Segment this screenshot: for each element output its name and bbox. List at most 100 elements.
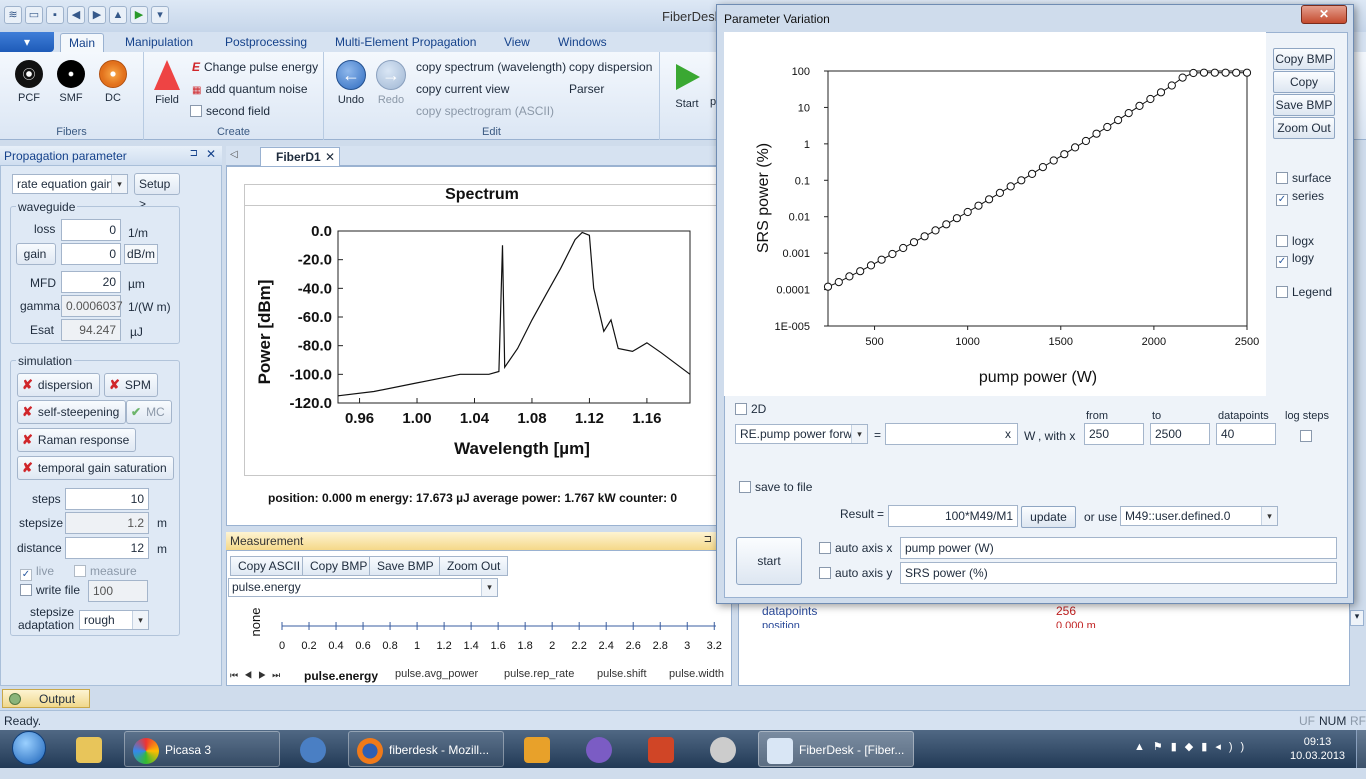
tab-postprocessing[interactable]: Postprocessing (217, 33, 315, 52)
meas-zoom-out-button[interactable]: Zoom Out (439, 556, 509, 576)
spm-toggle[interactable]: ✘ SPM (104, 373, 158, 397)
steps-input[interactable]: 10 (65, 488, 149, 510)
meas-save-bmp-button[interactable]: Save BMP (369, 556, 442, 576)
tab-main[interactable]: Main (60, 33, 105, 52)
pcf-button[interactable]: PCF (10, 60, 48, 104)
auto-axis-y-toggle[interactable]: auto axis y (819, 566, 892, 580)
write-file-checkbox[interactable] (20, 584, 32, 596)
surface-toggle[interactable]: surface (1276, 171, 1331, 185)
measure-toggle[interactable]: measure (74, 564, 137, 578)
taskbar-gauge[interactable] (696, 731, 752, 767)
save-icon[interactable]: ▪ (46, 6, 64, 24)
pin-icon[interactable]: ⊐ (704, 534, 712, 545)
redo-button[interactable]: → Redo (372, 60, 410, 106)
dialog-copy-ascii-button[interactable]: Copy ASCII (1273, 71, 1335, 109)
dialog-zoom-out-button[interactable]: Zoom Out (1273, 117, 1335, 139)
tab-windows[interactable]: Windows (550, 33, 615, 52)
axis-y-label-input[interactable]: SRS power (%) (900, 562, 1337, 584)
tab-fiberd1[interactable]: FiberD1 ✕ (260, 147, 340, 166)
start-menu-button[interactable] (4, 731, 54, 767)
auto-axis-y-checkbox[interactable] (819, 567, 831, 579)
measurement-tab-nav[interactable]: ⏮◀▶⏭ (230, 670, 286, 681)
gain-unit[interactable]: dB/m (124, 244, 159, 264)
gain-mode-select[interactable]: rate equation gain ▾ (12, 174, 128, 194)
parameter-select[interactable]: RE.pump power forwar ▾ (735, 424, 868, 444)
distance-input[interactable]: 12 (65, 537, 149, 559)
datapoints-input[interactable]: 40 (1216, 423, 1276, 445)
measurement-select[interactable]: pulse.energy ▾ (228, 578, 498, 597)
tab-pulse-energy[interactable]: pulse.energy (304, 669, 378, 683)
tab-pulse-width[interactable]: pulse.width (669, 668, 724, 680)
2d-checkbox[interactable] (735, 403, 747, 415)
gain-button[interactable]: gain (16, 243, 56, 265)
start-icon[interactable]: ▶ (130, 6, 148, 24)
clock[interactable]: 09:13 10.03.2013 (1290, 735, 1345, 763)
surface-checkbox[interactable] (1276, 172, 1288, 184)
taskbar-vs[interactable] (572, 731, 628, 767)
loss-input[interactable]: 0 (61, 219, 121, 241)
dialog-save-bmp-button[interactable]: Save BMP (1273, 94, 1335, 116)
taskbar-picasa[interactable]: Picasa 3 (124, 731, 280, 767)
field-icon[interactable]: ▲ (109, 6, 127, 24)
taskbar-media[interactable] (510, 731, 566, 767)
copy-dispersion-button[interactable]: copy dispersion (569, 60, 652, 74)
logx-toggle[interactable]: logx (1276, 234, 1314, 248)
second-field-toggle[interactable]: second field (190, 104, 270, 118)
dialog-start-button[interactable]: start (736, 537, 802, 585)
show-desktop-button[interactable] (1356, 730, 1366, 768)
change-pulse-energy-button[interactable]: E Change pulse energy (192, 60, 318, 74)
dc-button[interactable]: DC (94, 60, 132, 104)
logy-checkbox[interactable]: ✓ (1276, 256, 1288, 268)
logy-toggle[interactable]: ✓ logy (1276, 251, 1314, 268)
start-button[interactable]: Start (668, 60, 706, 110)
pin-icon[interactable]: ⊐ (190, 148, 198, 159)
back-icon[interactable]: ◀ (67, 6, 85, 24)
meas-copy-ascii-button[interactable]: Copy ASCII (230, 556, 309, 576)
result-input[interactable]: 100*M49/M1 (888, 505, 1018, 527)
use-select[interactable]: M49::user.defined.0 ▾ (1120, 506, 1278, 526)
meas-copy-bmp-button[interactable]: Copy BMP (302, 556, 376, 576)
dialog-close-button[interactable]: ✕ (1301, 5, 1347, 24)
logx-checkbox[interactable] (1276, 235, 1288, 247)
self-steepening-toggle[interactable]: ✘ self-steepening (17, 400, 127, 424)
mc-toggle[interactable]: ✔ MC (126, 400, 172, 424)
log-steps-checkbox[interactable] (1300, 430, 1312, 442)
to-input[interactable]: 2500 (1150, 423, 1210, 445)
tab-pulse-shift[interactable]: pulse.shift (597, 668, 647, 680)
dispersion-toggle[interactable]: ✘ dispersion (17, 373, 100, 397)
mfd-input[interactable]: 20 (61, 271, 121, 293)
tab-view[interactable]: View (496, 33, 538, 52)
tab-pulse-rep-rate[interactable]: pulse.rep_rate (504, 668, 574, 680)
taskbar-fiberdesk[interactable]: FiberDesk - [Fiber... (758, 731, 914, 767)
forward-icon[interactable]: ▶ (88, 6, 106, 24)
live-checkbox[interactable]: ✓ (20, 569, 32, 581)
taskbar-thunderbird[interactable] (286, 731, 342, 767)
setup-button[interactable]: Setup > (134, 173, 180, 211)
tab-multi-element[interactable]: Multi-Element Propagation (327, 33, 484, 52)
raman-toggle[interactable]: ✘ Raman response (17, 428, 137, 452)
gain-input[interactable]: 0 (61, 243, 121, 265)
taskbar-explorer[interactable] (62, 731, 118, 767)
add-quantum-noise-button[interactable]: ▦ add quantum noise (192, 82, 308, 96)
temporal-gain-toggle[interactable]: ✘ temporal gain saturation (17, 456, 174, 480)
stepsize-adaptation-select[interactable]: rough ▾ (79, 610, 149, 630)
parser-button[interactable]: Parser (569, 82, 604, 96)
app-logo-icon[interactable]: ≋ (4, 6, 22, 24)
app-menu-button[interactable]: ▾ (0, 32, 54, 52)
undo-button[interactable]: ← Undo (332, 60, 370, 106)
field-button[interactable]: Field (148, 60, 186, 106)
series-toggle[interactable]: ✓ series (1276, 189, 1324, 206)
tab-pulse-avg-power[interactable]: pulse.avg_power (395, 668, 478, 680)
legend-toggle[interactable]: Legend (1276, 285, 1332, 299)
close-tab-icon[interactable]: ✕ (325, 150, 335, 164)
customize-icon[interactable]: ▾ (151, 6, 169, 24)
copy-spectrum-button[interactable]: copy spectrum (wavelength) (416, 60, 566, 74)
tab-manipulation[interactable]: Manipulation (117, 33, 201, 52)
open-folder-icon[interactable]: ▭ (25, 6, 43, 24)
save-to-file-checkbox[interactable] (739, 481, 751, 493)
copy-current-view-button[interactable]: copy current view (416, 82, 509, 96)
smf-button[interactable]: SMF (52, 60, 90, 104)
2d-toggle[interactable]: 2D (735, 402, 766, 416)
second-field-checkbox[interactable] (190, 105, 202, 117)
parameter-value-input[interactable]: x (885, 423, 1018, 445)
